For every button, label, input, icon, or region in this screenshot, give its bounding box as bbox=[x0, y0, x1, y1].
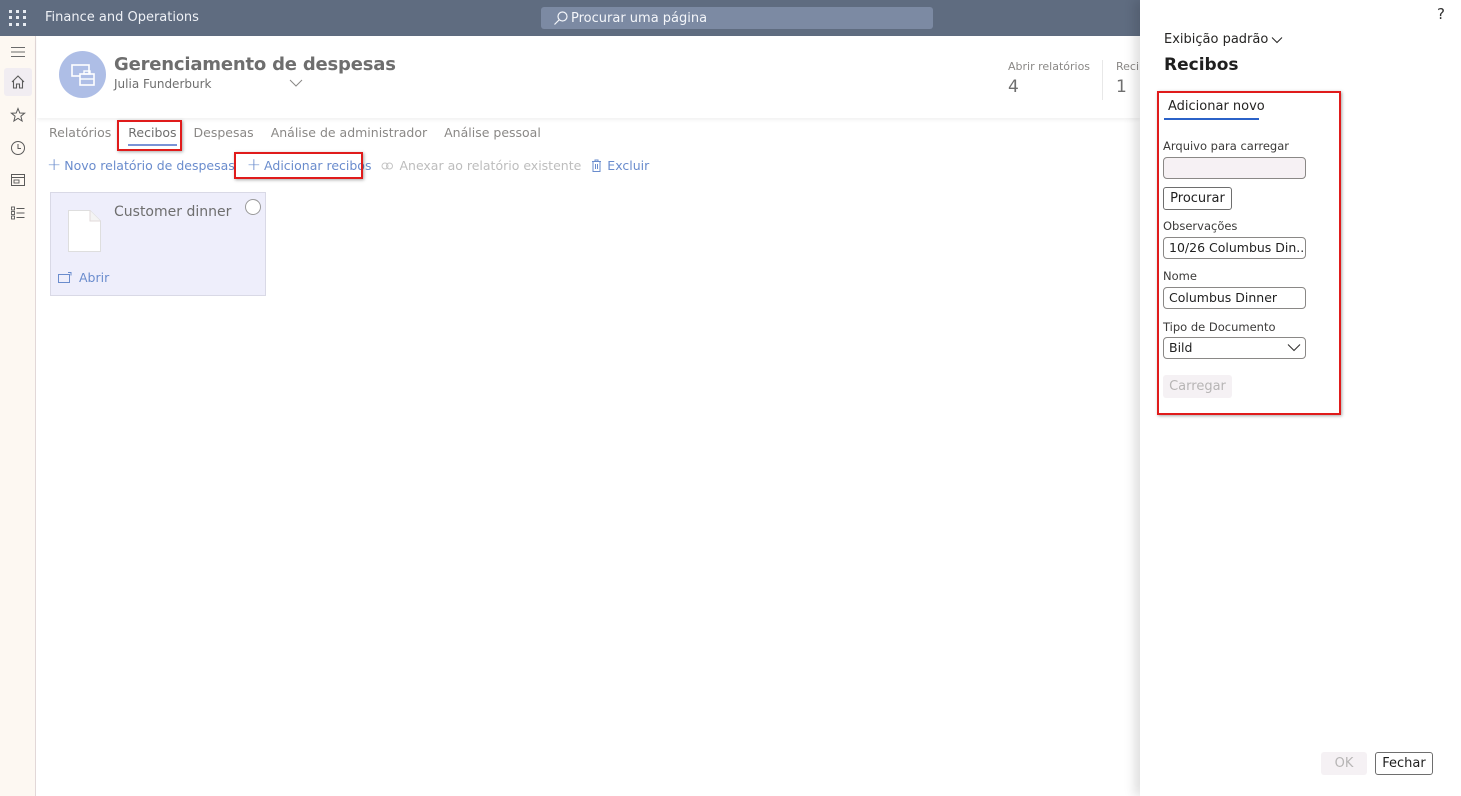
delete-label: Excluir bbox=[607, 158, 650, 173]
main-content: Gerenciamento de despesas Julia Funderbu… bbox=[37, 36, 1140, 796]
workspace-tabs: Relatórios Recibos Despesas Análise de a… bbox=[49, 124, 558, 150]
kpi-open-reports[interactable]: Abrir relatórios 4 bbox=[1008, 60, 1090, 97]
kpi-receipts[interactable]: Recibos 1 bbox=[1116, 60, 1140, 97]
receipt-open-link[interactable]: Abrir bbox=[58, 270, 109, 285]
nav-workspaces-button[interactable] bbox=[4, 166, 32, 194]
tab-despesas[interactable]: Despesas bbox=[194, 124, 254, 150]
tab-recibos[interactable]: Recibos bbox=[128, 124, 177, 150]
receipts-side-panel: ? Exibição padrão Recibos Adicionar novo… bbox=[1140, 0, 1461, 796]
action-bar: + Novo relatório de despesas + Adicionar… bbox=[47, 157, 659, 174]
expense-workspace-icon bbox=[70, 63, 95, 86]
name-label: Nome bbox=[1163, 269, 1197, 283]
receipt-card[interactable]: Customer dinner Abrir bbox=[50, 192, 266, 296]
document-icon bbox=[68, 210, 101, 252]
trash-icon bbox=[592, 159, 602, 172]
hamburger-icon bbox=[11, 47, 25, 57]
ok-button[interactable]: OK bbox=[1321, 752, 1367, 775]
upload-button[interactable]: Carregar bbox=[1163, 375, 1232, 398]
star-icon bbox=[10, 107, 26, 123]
kpi-label: Recibos bbox=[1116, 60, 1140, 73]
attach-label: Anexar ao relatório existente bbox=[399, 158, 582, 173]
plus-icon: + bbox=[246, 155, 262, 175]
tab-analise-pessoal[interactable]: Análise pessoal bbox=[444, 124, 541, 150]
search-input[interactable]: Procurar uma página bbox=[541, 7, 933, 29]
home-icon bbox=[11, 75, 25, 89]
document-type-value: Bild bbox=[1169, 340, 1193, 355]
clock-icon bbox=[11, 141, 25, 155]
waffle-icon[interactable] bbox=[9, 10, 27, 26]
new-expense-report-label: Novo relatório de despesas bbox=[64, 158, 235, 173]
receipt-select-radio[interactable] bbox=[245, 199, 261, 215]
open-icon bbox=[58, 272, 72, 283]
new-expense-report-button[interactable]: + Novo relatório de despesas bbox=[47, 157, 235, 174]
notes-input[interactable]: 10/26 Columbus Din... bbox=[1163, 237, 1306, 259]
panel-title: Recibos bbox=[1164, 55, 1239, 75]
chevron-down-icon bbox=[1271, 36, 1283, 43]
tab-add-new-underline bbox=[1164, 118, 1259, 120]
search-placeholder: Procurar uma página bbox=[571, 10, 708, 26]
notes-label: Observações bbox=[1163, 219, 1238, 233]
document-type-label: Tipo de Documento bbox=[1163, 320, 1276, 334]
workspace-icon bbox=[11, 174, 25, 186]
close-button[interactable]: Fechar bbox=[1375, 752, 1433, 775]
tab-relatorios[interactable]: Relatórios bbox=[49, 124, 111, 150]
link-icon bbox=[381, 162, 394, 169]
help-icon[interactable]: ? bbox=[1437, 5, 1445, 23]
workspace-header: Gerenciamento de despesas Julia Funderbu… bbox=[37, 36, 1140, 118]
nav-menu-button[interactable] bbox=[4, 38, 32, 66]
tab-add-new[interactable]: Adicionar novo bbox=[1168, 99, 1265, 114]
workspace-avatar bbox=[59, 51, 106, 98]
nav-modules-button[interactable] bbox=[4, 199, 32, 227]
page-subtitle: Julia Funderburk bbox=[114, 77, 212, 91]
browse-button[interactable]: Procurar bbox=[1163, 187, 1232, 210]
add-receipts-label: Adicionar recibos bbox=[264, 158, 372, 173]
kpi-value: 1 bbox=[1116, 77, 1127, 97]
view-selector-label: Exibição padrão bbox=[1164, 32, 1269, 47]
delete-button[interactable]: Excluir bbox=[591, 158, 649, 173]
tab-analise-administrador[interactable]: Análise de administrador bbox=[271, 124, 427, 150]
add-receipts-button[interactable]: + Adicionar recibos bbox=[247, 157, 372, 174]
file-to-upload-label: Arquivo para carregar bbox=[1163, 139, 1289, 153]
receipt-title: Customer dinner bbox=[114, 204, 232, 220]
nav-recent-button[interactable] bbox=[4, 134, 32, 162]
document-type-select[interactable]: Bild bbox=[1163, 337, 1306, 359]
plus-icon: + bbox=[47, 155, 62, 175]
kpi-divider bbox=[1102, 60, 1103, 100]
nav-favorites-button[interactable] bbox=[4, 101, 32, 129]
app-title[interactable]: Finance and Operations bbox=[45, 10, 199, 25]
receipt-open-label: Abrir bbox=[79, 270, 110, 285]
kpi-label: Abrir relatórios bbox=[1008, 60, 1091, 73]
chevron-down-icon[interactable] bbox=[289, 78, 303, 88]
left-navigation bbox=[0, 36, 36, 796]
search-icon bbox=[554, 11, 568, 25]
chevron-down-icon bbox=[1287, 344, 1301, 352]
list-icon bbox=[11, 206, 25, 220]
view-selector[interactable]: Exibição padrão bbox=[1164, 32, 1283, 47]
file-to-upload-input[interactable] bbox=[1163, 157, 1306, 179]
name-input[interactable]: Columbus Dinner bbox=[1163, 287, 1306, 309]
attach-to-existing-report-button[interactable]: Anexar ao relatório existente bbox=[381, 158, 581, 173]
nav-home-button[interactable] bbox=[4, 68, 32, 96]
page-title: Gerenciamento de despesas bbox=[114, 54, 396, 75]
kpi-value: 4 bbox=[1008, 77, 1019, 97]
